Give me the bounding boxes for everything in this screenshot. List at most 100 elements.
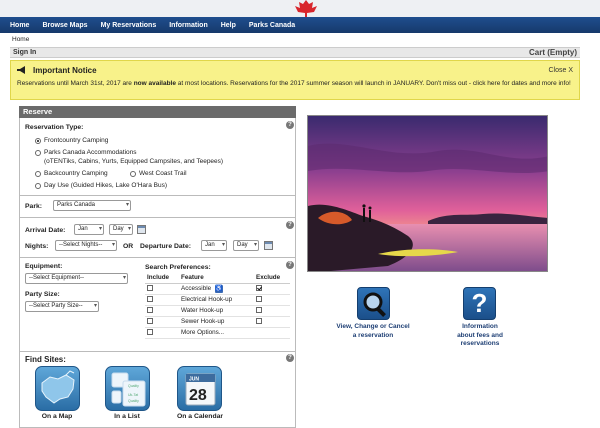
table-row: More Options... [145, 327, 290, 339]
cart-status[interactable]: Cart (Empty) [529, 48, 577, 57]
type-day-use[interactable]: Day Use (Guided Hikes, Lake O'Hara Bus) [35, 182, 167, 189]
arrival-day-select[interactable]: Day [109, 224, 133, 235]
radio-icon [35, 149, 41, 156]
top-band [0, 0, 600, 17]
nav-my-reservations[interactable]: My Reservations [101, 22, 157, 29]
type-accommodations[interactable]: Parks Canada Accommodations [35, 149, 137, 156]
megaphone-icon [17, 66, 25, 74]
find-sites-title: Find Sites: [25, 355, 66, 364]
breadcrumb[interactable]: Home [12, 36, 29, 43]
nav-browse-maps[interactable]: Browse Maps [42, 22, 87, 29]
type-accommodations-note: (oTENTiks, Cabins, Yurts, Equipped Camps… [44, 158, 224, 165]
find-on-map-button[interactable] [35, 366, 80, 411]
equipment-select[interactable]: --Select Equipment-- [25, 273, 128, 284]
find-in-list-label[interactable]: In a List [97, 413, 157, 420]
include-checkbox[interactable] [147, 295, 153, 302]
svg-text:Uk-Tat: Uk-Tat [128, 393, 138, 397]
exclude-checkbox[interactable] [256, 295, 262, 302]
view-change-reservation-label[interactable]: View, Change or Cancel a reservation [325, 323, 421, 340]
include-checkbox[interactable] [147, 306, 153, 313]
include-checkbox[interactable] [147, 317, 153, 324]
maple-leaf-icon [295, 0, 317, 17]
departure-date-label: Departure Date: [140, 243, 191, 250]
feature-label: Electrical Hook-up [179, 294, 254, 306]
park-section: Park: Parks Canada [20, 196, 295, 218]
sunset-lake-image [308, 116, 547, 271]
feature-label: Sewer Hook-up [179, 316, 254, 328]
include-checkbox[interactable] [147, 328, 153, 335]
svg-text:JUN: JUN [189, 377, 199, 383]
help-icon[interactable]: ? [286, 221, 294, 229]
reserve-panel: Reservation Type: ? Frontcountry Camping… [19, 118, 296, 428]
find-on-map-label[interactable]: On a Map [27, 413, 87, 420]
table-row: Water Hook-up [145, 305, 290, 317]
search-preferences-table: Include Feature Exclude Accessible ♿ Elec… [145, 273, 290, 339]
help-icon[interactable]: ? [286, 121, 294, 129]
arrival-month-select[interactable]: Jan [74, 224, 104, 235]
question-icon: ? [471, 288, 488, 318]
help-icon[interactable]: ? [286, 261, 294, 269]
reservation-type-section: Reservation Type: ? Frontcountry Camping… [20, 118, 295, 196]
hero-photo [307, 115, 548, 272]
column-header: Feature [179, 273, 254, 284]
park-label: Park: [25, 203, 43, 210]
search-preferences-label: Search Preferences: [145, 264, 211, 271]
svg-text:Quality: Quality [128, 384, 139, 388]
notice-close-button[interactable]: Close X [548, 67, 573, 74]
type-frontcountry[interactable]: Frontcountry Camping [35, 137, 108, 144]
map-icon [41, 370, 75, 404]
column-header: Include [145, 273, 179, 284]
departure-day-select[interactable]: Day [233, 240, 259, 251]
sign-in-bar: Sign In Cart (Empty) [10, 47, 580, 58]
list-icon: Quality Uk-Tat Quality [111, 372, 146, 407]
table-header-row: Include Feature Exclude [145, 273, 290, 284]
departure-month-select[interactable]: Jan [201, 240, 227, 251]
nav-parks-canada[interactable]: Parks Canada [249, 22, 295, 29]
nav-help[interactable]: Help [221, 22, 236, 29]
include-checkbox[interactable] [147, 284, 153, 291]
calendar-icon: JUN 28 [185, 373, 216, 406]
or-label: OR [123, 243, 134, 250]
main-nav: Home Browse Maps My Reservations Informa… [0, 17, 600, 33]
fees-information-button[interactable]: ? [463, 287, 496, 320]
fees-information-label[interactable]: Information about fees and reservations [440, 323, 520, 349]
table-row: Accessible ♿ [145, 283, 290, 295]
type-backcountry[interactable]: Backcountry Camping [35, 170, 108, 177]
radio-icon [35, 137, 41, 144]
more-options-link[interactable]: More Options... [179, 327, 254, 339]
nav-information[interactable]: Information [169, 22, 208, 29]
find-on-calendar-label[interactable]: On a Calendar [169, 413, 231, 420]
park-select[interactable]: Parks Canada [53, 200, 131, 211]
radio-icon [35, 182, 41, 189]
feature-label: Water Hook-up [179, 305, 254, 317]
nights-select[interactable]: --Select Nights-- [55, 240, 117, 251]
exclude-checkbox[interactable] [256, 284, 262, 291]
notice-text[interactable]: Reservations until March 31st, 2017 are … [17, 79, 573, 88]
feature-label: Accessible [181, 284, 212, 292]
find-on-calendar-button[interactable]: JUN 28 [177, 366, 222, 411]
exclude-checkbox[interactable] [256, 306, 262, 313]
notice-title: Important Notice [33, 65, 97, 75]
equipment-label: Equipment: [25, 263, 63, 270]
table-row: Electrical Hook-up [145, 294, 290, 306]
sign-in-link[interactable]: Sign In [13, 49, 36, 56]
dates-section: ? Arrival Date: Jan Day Nights: --Select… [20, 218, 295, 258]
party-size-select[interactable]: --Select Party Size-- [25, 301, 99, 312]
type-west-coast-trail[interactable]: West Coast Trail [130, 170, 187, 177]
help-icon[interactable]: ? [286, 354, 294, 362]
exclude-checkbox[interactable] [256, 317, 262, 324]
find-sites-section: Find Sites: ? On a Map Quality Uk-Tat Qu… [20, 352, 295, 428]
arrival-date-label: Arrival Date: [25, 227, 66, 234]
find-in-list-button[interactable]: Quality Uk-Tat Quality [105, 366, 150, 411]
radio-icon [130, 170, 136, 177]
radio-icon [35, 170, 41, 177]
view-change-reservation-button[interactable] [357, 287, 390, 320]
reservation-type-label: Reservation Type: [25, 124, 84, 131]
important-notice: Important Notice Close X Reservations un… [10, 60, 580, 100]
arrival-calendar-icon[interactable] [137, 225, 146, 234]
magnifier-icon [363, 292, 386, 317]
svg-text:Quality: Quality [128, 399, 139, 403]
nav-home[interactable]: Home [10, 22, 29, 29]
departure-calendar-icon[interactable] [264, 241, 273, 250]
reserve-header: Reserve [19, 106, 296, 118]
